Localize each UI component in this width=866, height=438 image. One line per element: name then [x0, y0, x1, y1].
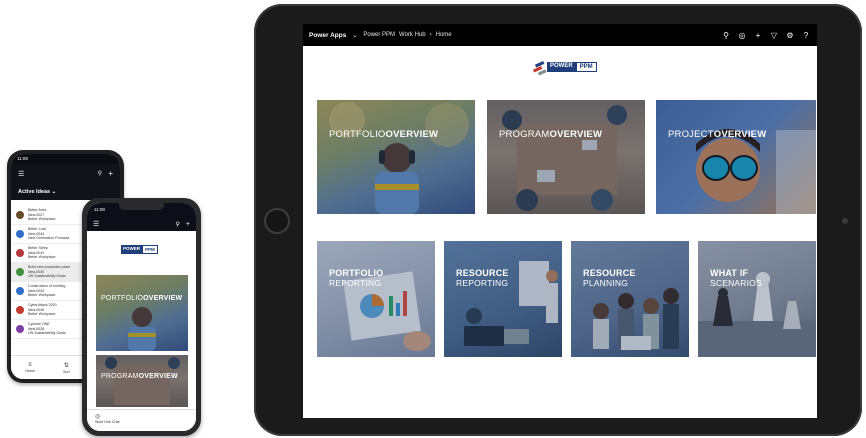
breadcrumb: Power PPM Work Hub › Home: [363, 32, 451, 38]
search-icon[interactable]: ⚲: [98, 170, 102, 177]
tile-label: PORTFOLIOOVERVIEW: [101, 295, 183, 302]
tile-label: PROGRAMOVERVIEW: [101, 373, 178, 380]
avatar: [16, 325, 24, 333]
phone-back-toolbar: ☰ ⚲ +: [11, 164, 120, 186]
phone-front-device: 11:08 ☰ ⚲ + POWER PPM PORTFOLIOOVERVIEW: [82, 198, 201, 436]
power-ppm-logo: POWER PPM: [533, 58, 597, 80]
logo-text-power: POWER: [547, 62, 576, 72]
tile-portfolio-overview[interactable]: PORTFOLIOOVERVIEW: [96, 275, 188, 351]
avatar: [16, 287, 24, 295]
tile-resource-reporting[interactable]: RESOURCE REPORTING: [444, 241, 562, 357]
gear-icon[interactable]: ⚙: [785, 30, 795, 40]
chat-label[interactable]: Work Hub Chat: [95, 420, 188, 424]
status-time: 11:08: [94, 207, 105, 212]
tablet-home-button[interactable]: [264, 208, 290, 234]
tablet-screen: Power Apps ⌄ Power PPM Work Hub › Home ⚲…: [303, 24, 817, 418]
avatar: [16, 211, 24, 219]
plus-icon[interactable]: +: [186, 221, 190, 228]
menu-icon[interactable]: ☰: [18, 170, 24, 178]
tile-portfolio-reporting[interactable]: PORTFOLIO REPORTING: [317, 241, 435, 357]
plus-icon[interactable]: +: [753, 30, 763, 40]
phone-front-toolbar: ☰ ⚲ +: [87, 217, 196, 231]
app-header: Power Apps ⌄ Power PPM Work Hub › Home ⚲…: [303, 24, 817, 46]
tile-resource-planning[interactable]: RESOURCE PLANNING: [571, 241, 689, 357]
tile-label: PROJECTOVERVIEW: [668, 129, 767, 140]
avatar: [16, 230, 24, 238]
sort-icon: ⇅: [63, 362, 69, 369]
power-ppm-logo: POWER PPM: [121, 245, 158, 254]
nav-home-button[interactable]: ≡ Home: [25, 362, 35, 373]
logo-text-ppm: PPM: [142, 245, 158, 254]
tile-label: PORTFOLIOOVERVIEW: [329, 129, 439, 140]
breadcrumb-item[interactable]: Home: [436, 32, 452, 38]
search-icon[interactable]: ⚲: [176, 221, 180, 228]
avatar: [16, 268, 24, 276]
help-icon[interactable]: ?: [801, 30, 811, 40]
breadcrumb-item[interactable]: Work Hub: [399, 32, 426, 38]
filter-icon[interactable]: ▽: [769, 30, 779, 40]
phone-notch: [119, 203, 164, 210]
status-time: 11:08: [17, 156, 28, 161]
avatar: [16, 306, 24, 314]
tile-label: RESOURCE REPORTING: [456, 268, 509, 288]
app-switcher-chevron-icon[interactable]: ⌄: [352, 32, 357, 39]
breadcrumb-separator-icon: ›: [429, 32, 432, 38]
nav-sort-button[interactable]: ⇅ Sort: [63, 362, 70, 374]
tile-project-overview[interactable]: PROJECTOVERVIEW: [656, 100, 816, 214]
search-icon[interactable]: ⚲: [721, 30, 731, 40]
plus-icon[interactable]: +: [108, 169, 113, 178]
tile-portfolio-overview[interactable]: PORTFOLIOOVERVIEW: [317, 100, 475, 214]
tile-program-overview[interactable]: PROGRAMOVERVIEW: [487, 100, 645, 214]
tile-label: PROGRAMOVERVIEW: [499, 129, 603, 140]
chat-icon[interactable]: ◎: [95, 413, 188, 420]
logo-text-ppm: PPM: [575, 62, 597, 72]
target-icon[interactable]: ◎: [737, 30, 747, 40]
tile-label: RESOURCE PLANNING: [583, 268, 636, 288]
tablet-device: Power Apps ⌄ Power PPM Work Hub › Home ⚲…: [254, 4, 862, 436]
menu-icon[interactable]: ☰: [93, 220, 99, 228]
tile-program-overview[interactable]: PROGRAMOVERVIEW: [96, 355, 188, 407]
device-showcase: Power Apps ⌄ Power PPM Work Hub › Home ⚲…: [0, 0, 866, 438]
breadcrumb-item[interactable]: Power PPM: [363, 32, 395, 38]
tile-label: WHAT IF SCENARIOS: [710, 268, 762, 288]
tile-label: PORTFOLIO REPORTING: [329, 268, 384, 288]
avatar: [16, 249, 24, 257]
phone-front-screen: 11:08 ☰ ⚲ + POWER PPM PORTFOLIOOVERVIEW: [87, 203, 196, 431]
home-icon: ≡: [28, 362, 32, 368]
status-bar: 11:08: [11, 154, 120, 164]
tile-what-if-scenarios[interactable]: WHAT IF SCENARIOS: [698, 241, 816, 357]
app-name[interactable]: Power Apps: [309, 32, 346, 39]
tablet-camera: [842, 218, 848, 224]
bottom-bar: ◎ Work Hub Chat: [87, 409, 196, 431]
logo-text-power: POWER: [121, 245, 143, 254]
